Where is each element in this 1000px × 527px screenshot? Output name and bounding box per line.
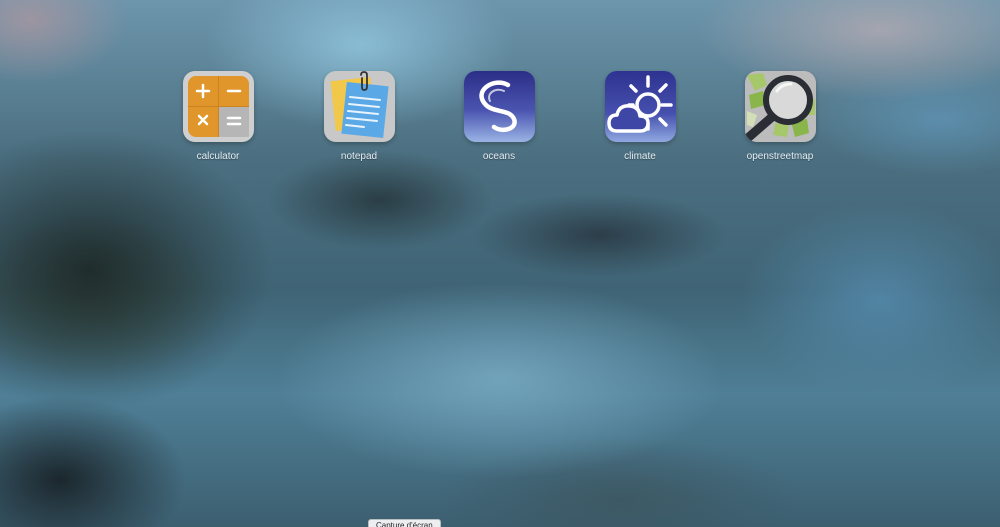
app-label[interactable]: oceans <box>444 151 554 162</box>
app-openstreetmap[interactable]: openstreetmap <box>725 71 835 171</box>
app-calculator[interactable]: calculator <box>163 71 273 171</box>
app-label[interactable]: openstreetmap <box>725 151 835 162</box>
openstreetmap-icon[interactable] <box>745 71 816 142</box>
app-label[interactable]: notepad <box>304 151 414 162</box>
app-climate[interactable]: climate <box>585 71 695 171</box>
screenshot-tooltip: Capture d'écran <box>368 519 441 527</box>
app-notepad[interactable]: notepad <box>304 71 414 171</box>
app-oceans[interactable]: oceans <box>444 71 554 171</box>
app-label[interactable]: climate <box>585 151 695 162</box>
notepad-icon[interactable] <box>324 71 395 142</box>
oceans-icon[interactable] <box>464 71 535 142</box>
app-label[interactable]: calculator <box>163 151 273 162</box>
app-launcher: calculator notepad oceans climate openst… <box>0 0 1000 527</box>
calculator-icon[interactable] <box>183 71 254 142</box>
climate-icon[interactable] <box>605 71 676 142</box>
